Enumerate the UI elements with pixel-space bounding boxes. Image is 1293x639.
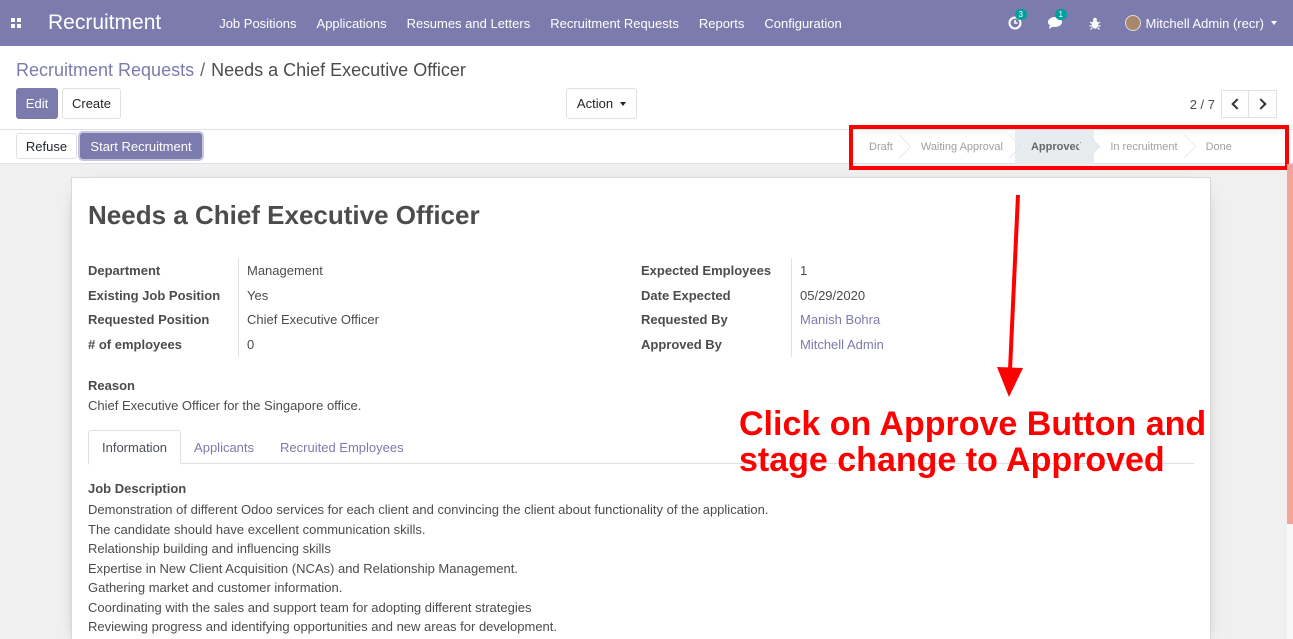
form-statusbar: Refuse Start Recruitment Draft Waiting A… bbox=[0, 130, 1293, 164]
job-description-label: Job Description bbox=[88, 481, 187, 496]
field-label-employees-count: # of employees bbox=[88, 336, 182, 352]
breadcrumb: Recruitment Requests / Needs a Chief Execu… bbox=[16, 60, 466, 81]
field-value-existing-job: Yes bbox=[238, 282, 268, 308]
field-label-requested-by: Requested By bbox=[641, 312, 728, 328]
field-label-expected-employees: Expected Employees bbox=[641, 262, 772, 278]
left-field-group: Department Management Existing Job Posit… bbox=[88, 258, 379, 357]
menu-recruitment-requests[interactable]: Recruitment Requests bbox=[540, 16, 689, 31]
main-menu: Job Positions Applications Resumes and L… bbox=[209, 16, 852, 31]
field-label-existing-job: Existing Job Position bbox=[88, 287, 221, 303]
tab-recruited-employees[interactable]: Recruited Employees bbox=[267, 430, 417, 464]
action-caret-icon bbox=[620, 101, 627, 106]
record-title: Needs a Chief Executive Officer bbox=[88, 200, 480, 230]
reason-label: Reason bbox=[88, 378, 135, 393]
menu-job-positions[interactable]: Job Positions bbox=[209, 16, 306, 31]
stage-waiting-approval[interactable]: Waiting Approval bbox=[905, 130, 1015, 164]
activity-badge: 3 bbox=[1014, 9, 1027, 20]
job-description-line: The candidate should have excellent comm… bbox=[88, 521, 426, 537]
create-button[interactable]: Create bbox=[62, 88, 121, 119]
field-row: Approved By Mitchell Admin bbox=[641, 332, 884, 357]
top-navbar: Recruitment Job Positions Applications R… bbox=[0, 0, 1293, 46]
scrollbar-thumb[interactable] bbox=[1287, 164, 1293, 524]
app-brand[interactable]: Recruitment bbox=[48, 11, 161, 35]
field-label-department: Department bbox=[88, 262, 161, 278]
user-avatar bbox=[1124, 15, 1141, 31]
tab-applicants[interactable]: Applicants bbox=[181, 430, 267, 464]
field-value-requested-by-link[interactable]: Manish Bohra bbox=[791, 307, 880, 333]
menu-configuration[interactable]: Configuration bbox=[754, 16, 851, 31]
field-row: Expected Employees 1 bbox=[641, 258, 884, 283]
field-row: Date Expected 05/29/2020 bbox=[641, 282, 884, 308]
apps-menu-icon[interactable] bbox=[0, 0, 32, 46]
chevron-left-icon bbox=[1230, 98, 1243, 110]
menu-applications[interactable]: Applications bbox=[307, 16, 397, 31]
field-value-date-expected: 05/29/2020 bbox=[791, 282, 865, 308]
annotation-line-1: Click on Approve Button and bbox=[739, 405, 1207, 443]
edit-button[interactable]: Edit bbox=[16, 88, 58, 119]
job-description-line: Reviewing progress and identifying oppor… bbox=[88, 619, 558, 634]
messages-chat-icon[interactable]: 1 bbox=[1047, 9, 1067, 31]
menu-resumes-letters[interactable]: Resumes and Letters bbox=[397, 16, 541, 31]
job-description-line: Gathering market and customer informatio… bbox=[88, 580, 343, 595]
right-field-group: Expected Employees 1 Date Expected 05/29… bbox=[641, 258, 884, 357]
stage-approved[interactable]: Approved bbox=[1014, 130, 1095, 164]
field-row: Existing Job Position Yes bbox=[88, 282, 379, 308]
action-dropdown-button[interactable]: Action bbox=[566, 88, 637, 119]
annotation-text: Click on Approve Button and stage change… bbox=[739, 406, 1259, 478]
messages-badge: 1 bbox=[1054, 9, 1067, 20]
action-label: Action bbox=[576, 96, 614, 111]
activity-clock-icon[interactable]: 3 bbox=[1007, 9, 1027, 31]
reason-text: Chief Executive Officer for the Singapor… bbox=[88, 398, 362, 413]
user-name: Mitchell Admin (recr) bbox=[1145, 15, 1264, 31]
pager: 2 / 7 bbox=[1190, 90, 1277, 118]
job-description: Demonstration of different Odoo services… bbox=[88, 500, 769, 637]
refuse-button[interactable]: Refuse bbox=[16, 133, 77, 159]
job-description-line: Demonstration of different Odoo services… bbox=[88, 502, 769, 517]
pager-value[interactable]: 2 / 7 bbox=[1190, 97, 1215, 112]
breadcrumb-parent[interactable]: Recruitment Requests bbox=[16, 60, 194, 80]
debug-bug-icon[interactable] bbox=[1087, 15, 1103, 31]
annotation-arrow-icon bbox=[997, 195, 1023, 397]
pager-next-button[interactable] bbox=[1249, 90, 1277, 118]
pager-previous-button[interactable] bbox=[1221, 90, 1249, 118]
breadcrumb-separator: / bbox=[200, 60, 206, 80]
field-value-requested-position: Chief Executive Officer bbox=[238, 307, 379, 333]
menu-reports[interactable]: Reports bbox=[689, 16, 755, 31]
systray: 3 1 Mitchell Admin (recr) bbox=[995, 0, 1293, 46]
control-panel: Recruitment Requests / Needs a Chief Execu… bbox=[0, 46, 1293, 130]
user-caret-icon bbox=[1271, 21, 1277, 25]
start-recruitment-button[interactable]: Start Recruitment bbox=[80, 133, 202, 159]
field-label-date-expected: Date Expected bbox=[641, 287, 731, 303]
chevron-right-icon bbox=[1255, 98, 1267, 110]
stage-draft[interactable]: Draft bbox=[856, 130, 905, 164]
field-row: Department Management bbox=[88, 258, 379, 283]
field-row: # of employees 0 bbox=[88, 332, 379, 357]
field-label-approved-by: Approved By bbox=[641, 336, 722, 352]
field-row: Requested By Manish Bohra bbox=[641, 307, 884, 333]
tab-information[interactable]: Information bbox=[88, 430, 182, 465]
field-row: Requested Position Chief Executive Offic… bbox=[88, 307, 379, 333]
stage-in-recruitment[interactable]: In recruitment bbox=[1094, 130, 1189, 164]
field-value-approved-by-link[interactable]: Mitchell Admin bbox=[791, 332, 884, 357]
job-description-line: Relationship building and influencing sk… bbox=[88, 541, 331, 556]
stage-bar: Draft Waiting Approval Approved In recru… bbox=[856, 130, 1244, 164]
field-value-expected-employees: 1 bbox=[791, 258, 807, 283]
job-description-line: Coordinating with the sales and support … bbox=[88, 599, 532, 615]
user-menu[interactable]: Mitchell Admin (recr) bbox=[1124, 15, 1277, 31]
field-value-department: Management bbox=[238, 258, 323, 283]
field-label-requested-position: Requested Position bbox=[88, 312, 210, 328]
annotation-line-2: stage change to Approved bbox=[739, 441, 1165, 479]
job-description-line: Expertise in New Client Acquisition (NCA… bbox=[88, 560, 518, 576]
breadcrumb-current: Needs a Chief Executive Officer bbox=[211, 60, 466, 80]
field-value-employees-count: 0 bbox=[238, 332, 254, 357]
stage-done[interactable]: Done bbox=[1190, 130, 1244, 164]
